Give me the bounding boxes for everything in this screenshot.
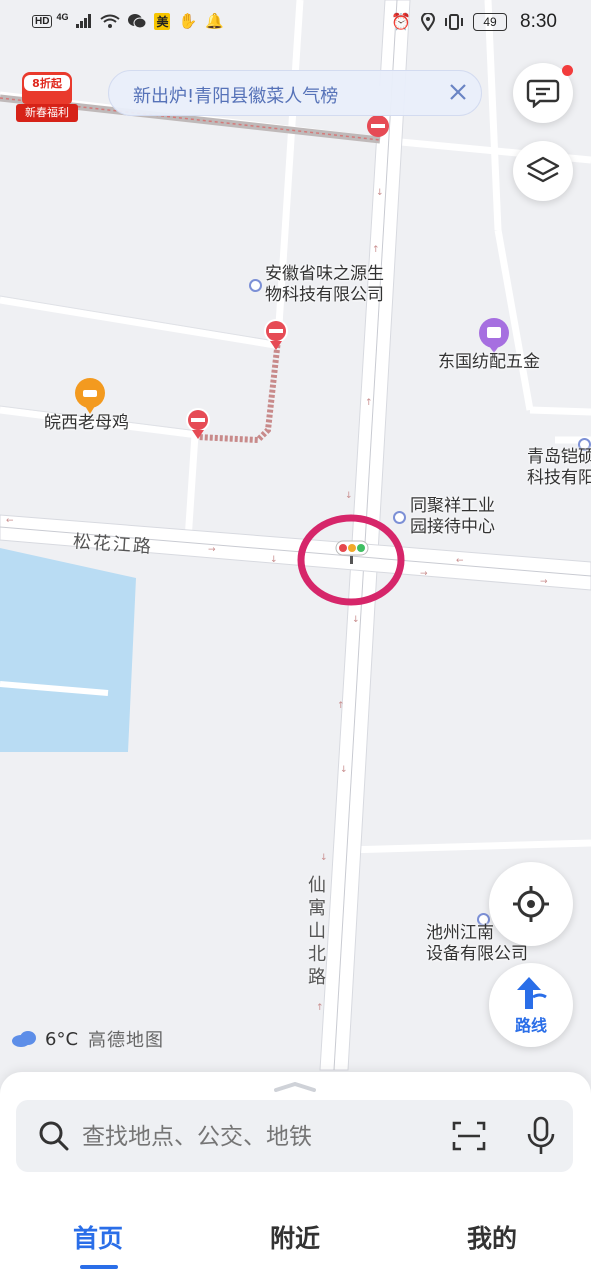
amap-logo: 高德地图 bbox=[88, 1030, 165, 1051]
poi-wanxi[interactable]: 皖西老母鸡 bbox=[44, 413, 129, 434]
poi-tongjuxiang[interactable]: 同聚祥工业 园接待中心 bbox=[410, 496, 495, 538]
svg-text:↓: ↓ bbox=[352, 615, 360, 625]
weather-widget[interactable]: 6°C 高德地图 bbox=[11, 1026, 164, 1052]
hd-indicator: HD bbox=[32, 14, 53, 28]
poi-dot bbox=[249, 279, 262, 292]
svg-text:↓: ↓ bbox=[376, 188, 384, 198]
meituan-icon: 美 bbox=[154, 12, 171, 30]
water-area bbox=[0, 548, 136, 752]
svg-text:↓: ↓ bbox=[270, 555, 278, 565]
location-icon bbox=[421, 13, 435, 31]
svg-text:↑: ↑ bbox=[337, 701, 345, 711]
cloud-icon bbox=[12, 1031, 36, 1047]
network-indicator: 4G bbox=[56, 12, 69, 22]
search-icon bbox=[39, 1121, 69, 1151]
clock: 8:30 bbox=[520, 11, 557, 32]
vibrate-icon bbox=[445, 14, 463, 30]
microphone-icon[interactable] bbox=[526, 1116, 556, 1156]
promo-banner[interactable]: 新出炉!青阳县徽菜人气榜 bbox=[108, 70, 482, 116]
layers-button[interactable] bbox=[513, 141, 573, 201]
svg-text:→: → bbox=[420, 569, 428, 579]
svg-text:↓: ↓ bbox=[340, 765, 348, 775]
notification-dot bbox=[562, 65, 573, 76]
wifi-icon bbox=[100, 14, 121, 28]
tab-home-indicator bbox=[80, 1265, 118, 1269]
search-input[interactable] bbox=[80, 1116, 424, 1158]
svg-text:↓: ↓ bbox=[320, 853, 328, 863]
wechat-icon bbox=[128, 14, 147, 29]
svg-text:←: ← bbox=[6, 516, 14, 526]
crosshair-icon bbox=[513, 886, 549, 922]
svg-text:↑: ↑ bbox=[316, 1003, 324, 1013]
road-label-xianyu: 仙寓山北路 bbox=[308, 875, 326, 988]
tab-nearby[interactable]: 附近 bbox=[270, 1219, 320, 1255]
alarm-icon: ⏰ bbox=[391, 14, 411, 31]
poi-qingdao[interactable]: 青岛铠硕 科技有阳 bbox=[527, 447, 591, 489]
promo-badge[interactable]: 8折起 新春福利 bbox=[16, 72, 78, 124]
road-label-songhuajiang: 松花江路 bbox=[72, 531, 154, 558]
signal-icon bbox=[76, 14, 92, 28]
route-label: 路线 bbox=[514, 1015, 547, 1035]
svg-text:↑: ↑ bbox=[372, 245, 380, 255]
svg-text:↑: ↑ bbox=[365, 398, 373, 408]
svg-text:←: ← bbox=[456, 556, 464, 566]
scan-icon[interactable] bbox=[452, 1120, 486, 1152]
sheet-handle[interactable] bbox=[274, 1077, 316, 1092]
promo-label: 新春福利 bbox=[16, 104, 78, 122]
route-arrow-icon bbox=[517, 976, 547, 1009]
svg-text:→: → bbox=[540, 577, 548, 587]
temperature: 6°C bbox=[45, 1028, 79, 1050]
promo-discount: 8折起 bbox=[24, 75, 70, 91]
poi-anhui[interactable]: 安徽省味之源生 物科技有限公司 bbox=[265, 264, 384, 306]
bottom-sheet: 首页 附近 我的 bbox=[0, 1072, 591, 1280]
locate-button[interactable] bbox=[489, 862, 573, 946]
svg-text:↓: ↓ bbox=[345, 491, 353, 501]
poi-dot bbox=[393, 511, 406, 524]
tab-home[interactable]: 首页 bbox=[73, 1219, 123, 1255]
banner-text: 新出炉!青阳县徽菜人气榜 bbox=[133, 86, 339, 107]
svg-text:→: → bbox=[208, 545, 216, 555]
search-box[interactable] bbox=[16, 1100, 573, 1172]
message-button[interactable] bbox=[513, 63, 573, 123]
close-icon[interactable] bbox=[445, 79, 471, 105]
status-bar: HD 4G 美 ✋ 🔔 ⏰ 49 8:30 bbox=[0, 0, 591, 44]
bell-icon: 🔔 bbox=[205, 13, 224, 30]
chat-icon bbox=[526, 79, 560, 108]
layers-icon bbox=[526, 156, 560, 183]
battery-indicator: 49 bbox=[473, 13, 507, 31]
poi-dongguo[interactable]: 东国纺配五金 bbox=[438, 352, 540, 373]
hand-icon: ✋ bbox=[178, 13, 198, 30]
tab-mine[interactable]: 我的 bbox=[467, 1219, 517, 1255]
route-button[interactable]: 路线 bbox=[489, 963, 573, 1047]
